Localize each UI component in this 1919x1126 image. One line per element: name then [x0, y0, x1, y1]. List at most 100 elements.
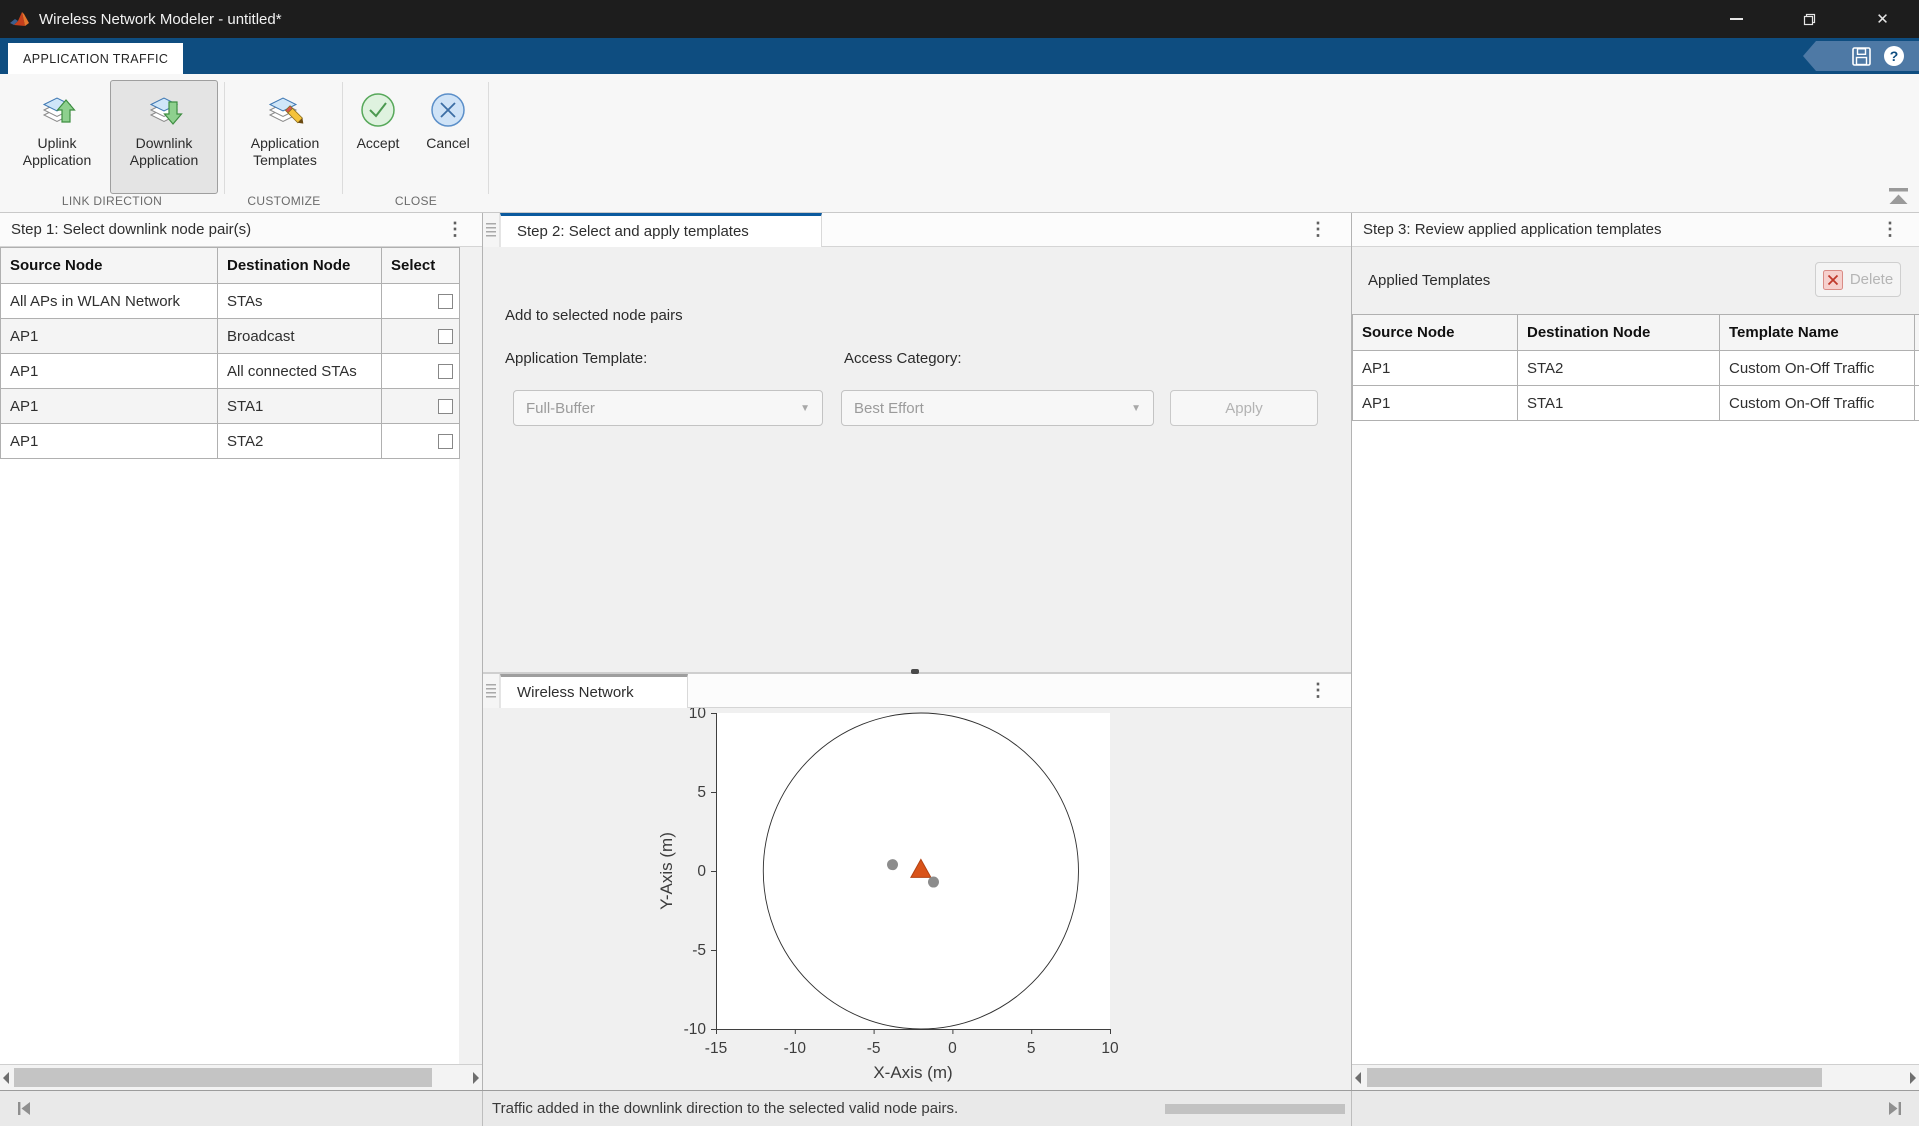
scroll-left-icon[interactable]	[3, 1072, 9, 1084]
accept-icon	[356, 88, 400, 135]
collapse-toolstrip-icon[interactable]	[1888, 188, 1909, 205]
application-templates-icon	[261, 88, 309, 135]
network-view-drag-handle[interactable]	[483, 674, 500, 708]
step3-hscroll-thumb[interactable]	[1367, 1068, 1822, 1087]
group-label-close: CLOSE	[344, 194, 488, 208]
node-pair-row[interactable]: AP1All connected STAs	[1, 354, 460, 389]
downlink-application-label-line2: Application	[130, 152, 199, 169]
node-pair-row[interactable]: AP1STA1	[1, 389, 460, 424]
toolbar-separator	[488, 82, 489, 194]
network-view-menu-icon[interactable]: ⋮	[1309, 680, 1327, 700]
scroll-right-icon[interactable]	[1910, 1072, 1916, 1084]
uplink-application-button[interactable]: Uplink Application	[6, 80, 108, 194]
help-icon[interactable]: ?	[1883, 45, 1905, 67]
y-tick-label: 0	[697, 863, 706, 880]
accept-button[interactable]: Accept	[346, 80, 410, 194]
toolbar-separator	[342, 82, 343, 194]
toolstrip: Uplink Application Downlink Application	[0, 74, 1919, 213]
collapse-panel-right-icon[interactable]	[1887, 1101, 1903, 1116]
downlink-application-icon	[140, 88, 188, 135]
access-category-value: Best Effort	[854, 400, 924, 417]
application-template-dropdown[interactable]: Full-Buffer ▼	[513, 390, 823, 426]
select-checkbox[interactable]	[438, 294, 453, 309]
node-pair-row[interactable]: AP1Broadcast	[1, 319, 460, 354]
column-header-template-name: Template Name	[1720, 315, 1915, 351]
applied-template-row[interactable]: AP1STA2Custom On-Off Traffic	[1353, 351, 1919, 386]
restore-button[interactable]	[1773, 0, 1846, 38]
close-icon: ✕	[1876, 12, 1889, 27]
application-template-label: Application Template:	[505, 350, 647, 367]
delete-button[interactable]: Delete	[1815, 262, 1901, 297]
x-tick-label: -10	[784, 1040, 807, 1057]
plot-background	[716, 713, 1110, 1029]
step1-panel-titlebar: Step 1: Select downlink node pair(s) ⋮	[0, 213, 482, 247]
toolbar-separator	[224, 82, 225, 194]
drag-handle-icon	[486, 223, 496, 237]
template-name-cell: Custom On-Off Traffic	[1720, 386, 1915, 421]
tab-wireless-network[interactable]: Wireless Network	[500, 674, 688, 708]
apply-button[interactable]: Apply	[1170, 390, 1318, 426]
step1-hscrollbar[interactable]	[0, 1064, 482, 1090]
column-header-destination-node: Destination Node	[218, 248, 382, 284]
node-pair-row[interactable]: All APs in WLAN NetworkSTAs	[1, 284, 460, 319]
minimize-button[interactable]	[1700, 0, 1773, 38]
step1-menu-icon[interactable]: ⋮	[446, 219, 464, 239]
scroll-right-icon[interactable]	[473, 1072, 479, 1084]
network-view-tabbar: Wireless Network ⋮	[483, 674, 1351, 708]
add-to-node-pairs-text: Add to selected node pairs	[505, 307, 683, 324]
step2-drag-handle[interactable]	[483, 213, 500, 247]
accept-label: Accept	[357, 135, 400, 152]
window-title: Wireless Network Modeler - untitled*	[39, 11, 282, 28]
applied-template-row[interactable]: AP1STA1Custom On-Off Traffic	[1353, 386, 1919, 421]
application-template-value: Full-Buffer	[526, 400, 595, 417]
step2-menu-icon[interactable]: ⋮	[1309, 219, 1327, 239]
destination-node-cell: STA1	[218, 389, 382, 424]
destination-node-cell: STA2	[218, 424, 382, 459]
select-checkbox[interactable]	[438, 399, 453, 414]
node-pairs-table: Source Node Destination Node Select All …	[0, 247, 460, 459]
step2-content: Add to selected node pairs Application T…	[483, 247, 1351, 672]
network-plot-area: -15-10-50510-10-50510X-Axis (m)Y-Axis (m…	[483, 708, 1351, 1090]
window-controls: ✕	[1700, 0, 1919, 38]
destination-node-cell: STA1	[1518, 386, 1720, 421]
tab-step2[interactable]: Step 2: Select and apply templates	[500, 213, 822, 247]
step2-tabbar: Step 2: Select and apply templates ⋮	[483, 213, 1351, 247]
access-category-label: Access Category:	[844, 350, 962, 367]
x-tick-label: 10	[1101, 1040, 1119, 1057]
step1-hscroll-thumb[interactable]	[14, 1068, 432, 1087]
destination-node-cell: All connected STAs	[218, 354, 382, 389]
y-axis-label: Y-Axis (m)	[657, 832, 676, 910]
column-header-source-node: Source Node	[1353, 315, 1518, 351]
step3-menu-icon[interactable]: ⋮	[1881, 219, 1899, 239]
source-node-cell: AP1	[1353, 351, 1518, 386]
save-icon[interactable]	[1851, 46, 1872, 67]
select-checkbox[interactable]	[438, 434, 453, 449]
step3-hscrollbar[interactable]	[1352, 1064, 1919, 1090]
select-checkbox[interactable]	[438, 364, 453, 379]
uplink-application-label-line1: Uplink	[38, 135, 77, 152]
node-pairs-header-row: Source Node Destination Node Select	[1, 248, 460, 284]
collapse-panel-left-icon[interactable]	[16, 1101, 32, 1116]
select-cell	[382, 424, 460, 459]
wireless-network-plot: -15-10-50510-10-50510X-Axis (m)Y-Axis (m…	[483, 708, 1351, 1090]
tab-application-traffic[interactable]: APPLICATION TRAFFIC	[8, 43, 183, 74]
status-message: Traffic added in the downlink direction …	[492, 1100, 958, 1117]
extra-cell	[1915, 351, 1919, 386]
application-templates-label-line2: Templates	[253, 152, 317, 169]
applied-templates-table: Source Node Destination Node Template Na…	[1352, 314, 1919, 421]
chevron-down-icon: ▼	[1131, 403, 1141, 414]
downlink-application-button[interactable]: Downlink Application	[110, 80, 218, 194]
step1-panel-title: Step 1: Select downlink node pair(s)	[11, 221, 251, 238]
access-category-dropdown[interactable]: Best Effort ▼	[841, 390, 1154, 426]
quick-access-bar: ?	[1803, 41, 1919, 71]
toolstrip-tab-row: APPLICATION TRAFFIC ?	[0, 38, 1919, 74]
applied-templates-label: Applied Templates	[1368, 272, 1490, 289]
cancel-button[interactable]: Cancel	[416, 80, 480, 194]
column-header-extra	[1915, 315, 1919, 351]
sta-marker	[887, 859, 898, 870]
node-pair-row[interactable]: AP1STA2	[1, 424, 460, 459]
scroll-left-icon[interactable]	[1355, 1072, 1361, 1084]
select-checkbox[interactable]	[438, 329, 453, 344]
application-templates-button[interactable]: Application Templates	[230, 80, 340, 194]
close-button[interactable]: ✕	[1846, 0, 1919, 38]
